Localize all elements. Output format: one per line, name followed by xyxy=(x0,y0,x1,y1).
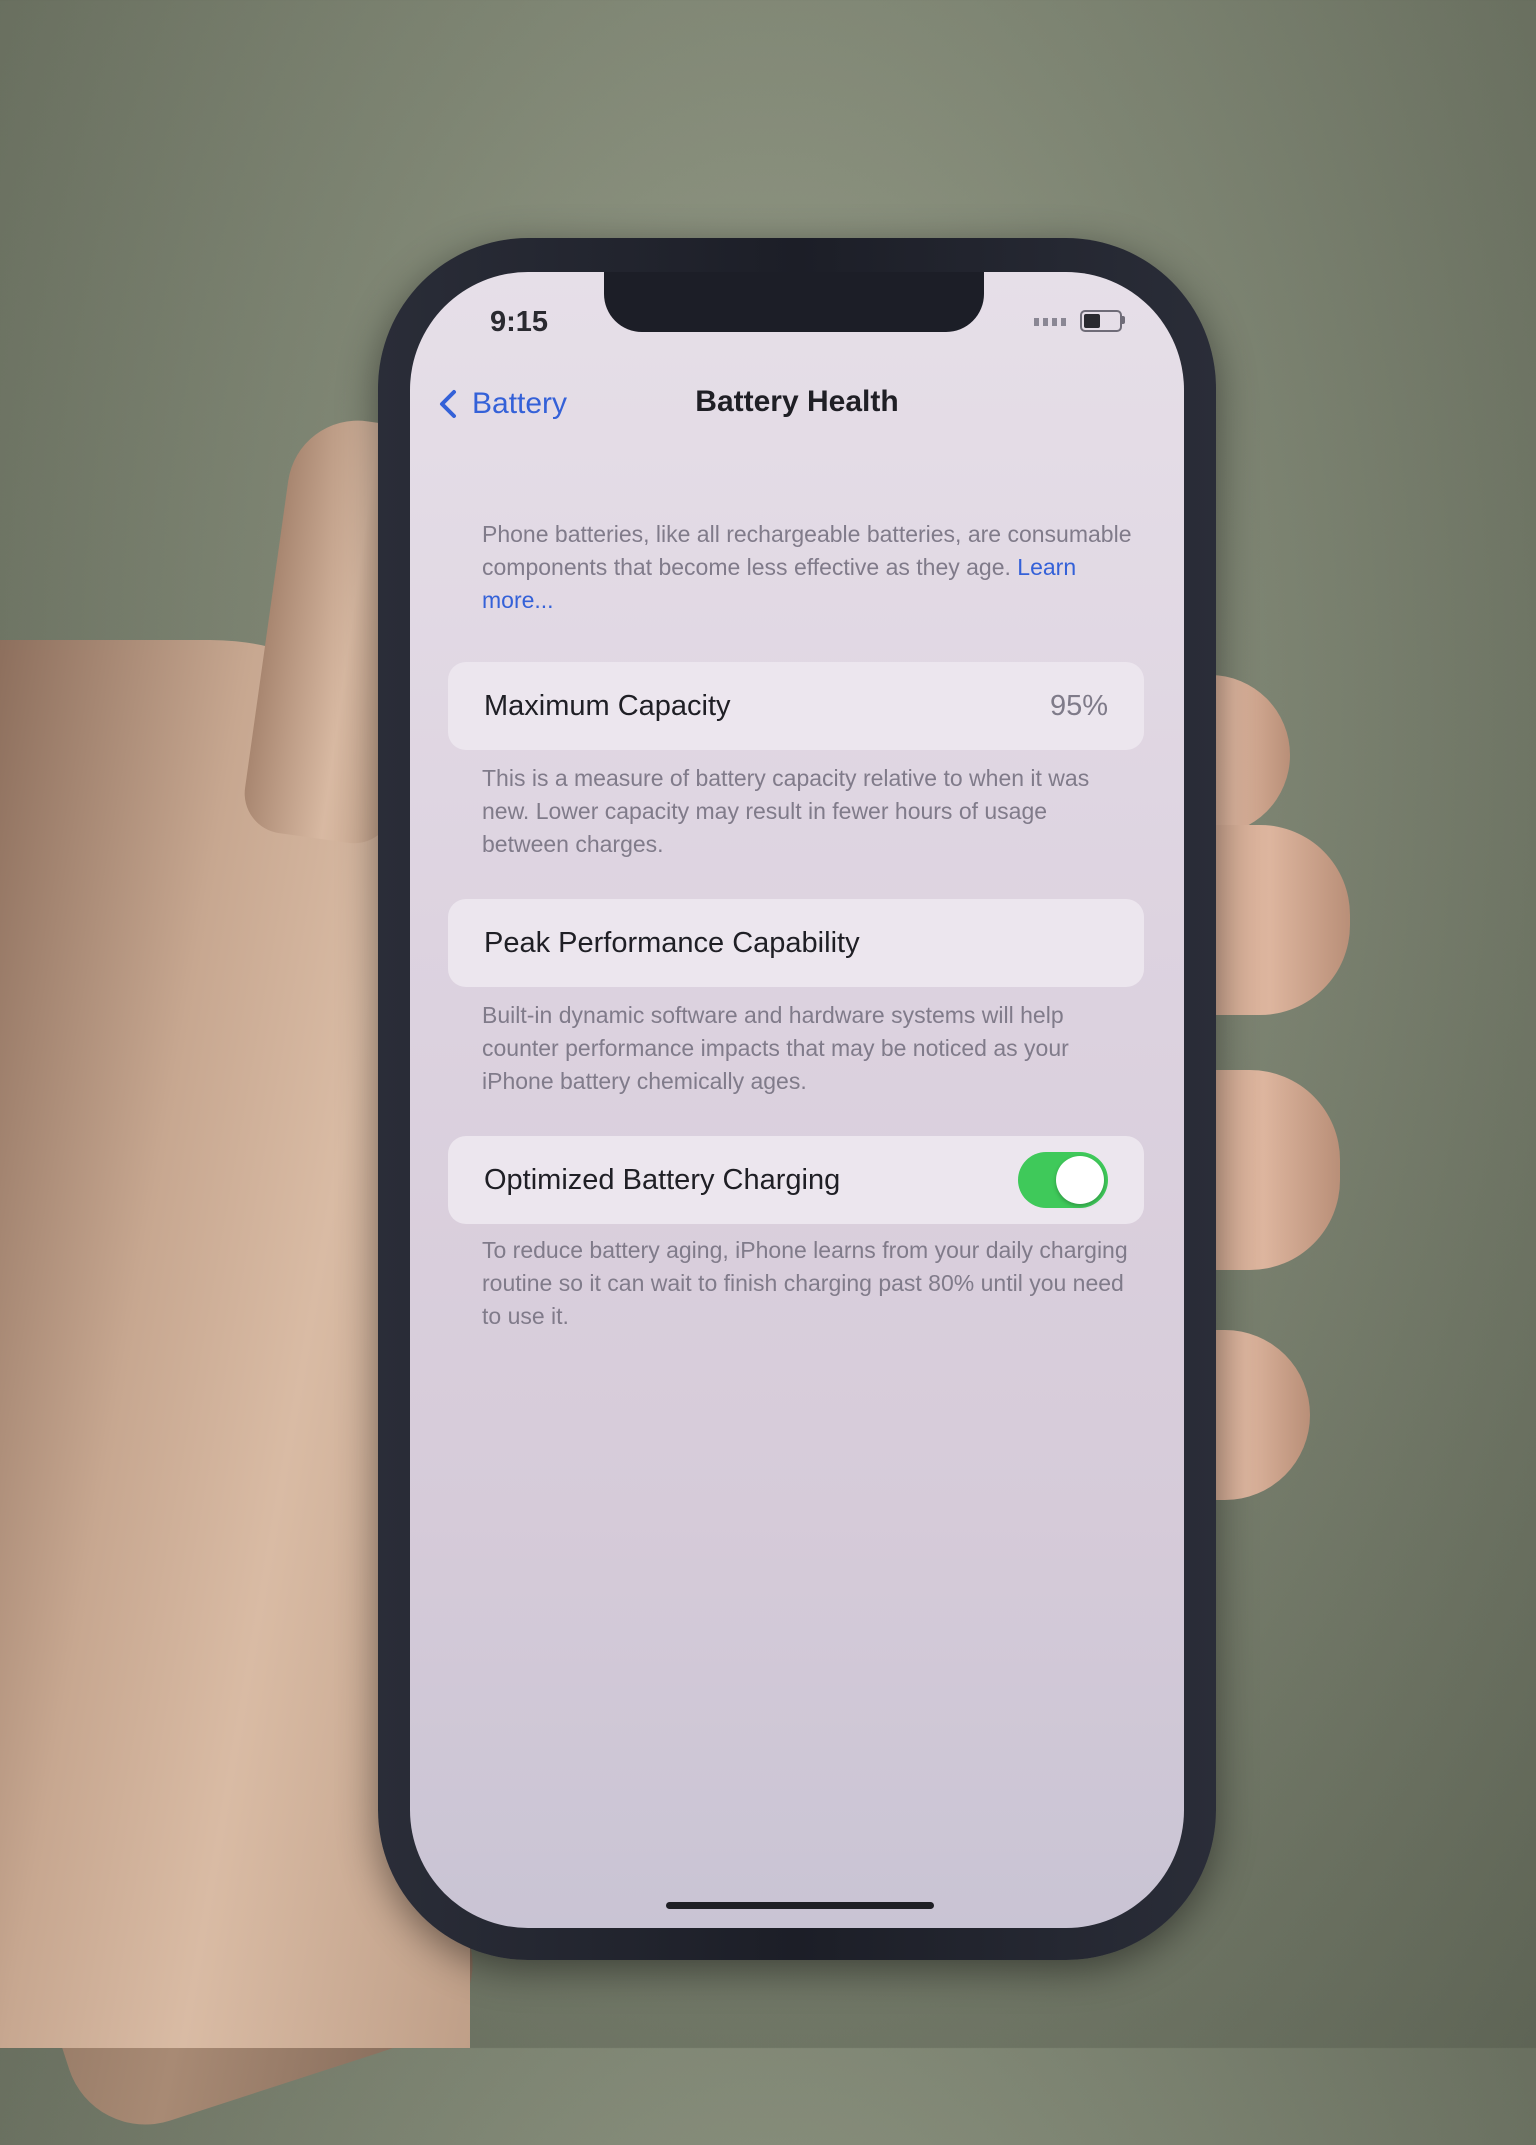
status-time: 9:15 xyxy=(490,306,549,338)
maximum-capacity-value: 95% xyxy=(1049,689,1108,722)
optimized-charging-toggle[interactable] xyxy=(1018,1152,1108,1208)
intro-text: Phone batteries, like all rechargeable b… xyxy=(482,518,1132,617)
optimized-charging-label: Optimized Battery Charging xyxy=(484,1163,841,1196)
phone-screen: 9:15 Battery Battery Health Phone batter… xyxy=(410,272,1184,1928)
peak-performance-row: Peak Performance Capability xyxy=(448,899,1144,987)
peak-performance-label: Peak Performance Capability xyxy=(484,926,860,959)
optimized-charging-footnote: To reduce battery aging, iPhone learns f… xyxy=(482,1237,1128,1329)
peak-performance-footnote: Built-in dynamic software and hardware s… xyxy=(482,1002,1069,1094)
maximum-capacity-label: Maximum Capacity xyxy=(484,689,731,722)
optimized-charging-row: Optimized Battery Charging xyxy=(448,1136,1144,1224)
battery-tip xyxy=(1122,316,1125,324)
maximum-capacity-row: Maximum Capacity 95% xyxy=(448,662,1144,750)
signal-icon xyxy=(1034,318,1070,326)
notch xyxy=(604,272,984,332)
battery-icon xyxy=(1080,310,1122,332)
maximum-capacity-footnote: This is a measure of battery capacity re… xyxy=(482,765,1090,857)
toggle-knob xyxy=(1056,1156,1104,1204)
page-title: Battery Health xyxy=(695,385,899,418)
home-indicator[interactable] xyxy=(666,1902,934,1909)
